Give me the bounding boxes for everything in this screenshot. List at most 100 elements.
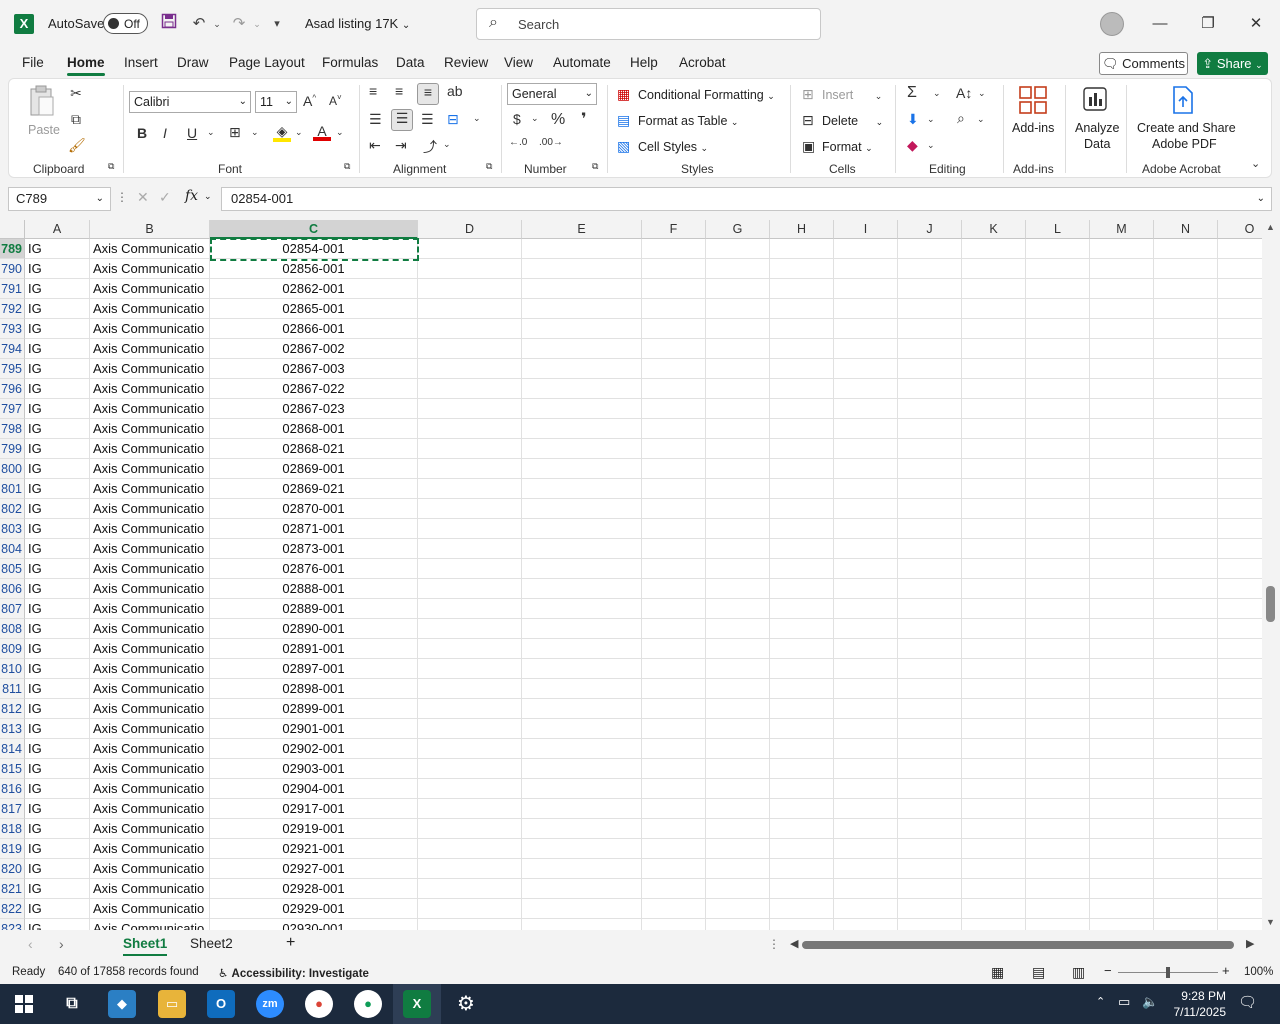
borders-icon[interactable]: ⊞ bbox=[229, 124, 241, 141]
empty-cell[interactable] bbox=[770, 679, 834, 699]
zoom-app-icon[interactable]: zm bbox=[256, 990, 284, 1018]
empty-cell[interactable] bbox=[418, 899, 522, 919]
empty-cell[interactable] bbox=[418, 619, 522, 639]
empty-cell[interactable] bbox=[642, 679, 706, 699]
empty-cell[interactable] bbox=[706, 699, 770, 719]
row-header[interactable]: 810 bbox=[0, 659, 25, 679]
empty-cell[interactable] bbox=[1218, 759, 1262, 779]
empty-cell[interactable] bbox=[898, 419, 962, 439]
empty-cell[interactable] bbox=[1154, 319, 1218, 339]
zoom-slider-thumb[interactable] bbox=[1166, 967, 1170, 978]
empty-cell[interactable] bbox=[1154, 639, 1218, 659]
empty-cell[interactable] bbox=[1154, 299, 1218, 319]
empty-cell[interactable] bbox=[770, 899, 834, 919]
empty-cell[interactable] bbox=[522, 279, 642, 299]
empty-cell[interactable] bbox=[898, 399, 962, 419]
sort-filter-icon[interactable]: A↕ bbox=[956, 85, 972, 101]
empty-cell[interactable] bbox=[418, 579, 522, 599]
zoom-out-icon[interactable]: − bbox=[1104, 963, 1112, 978]
tab-view[interactable]: View bbox=[504, 55, 533, 70]
cell-b[interactable]: Axis Communicatio bbox=[90, 919, 210, 930]
empty-cell[interactable] bbox=[834, 259, 898, 279]
column-header-b[interactable]: B bbox=[90, 220, 210, 239]
empty-cell[interactable] bbox=[1026, 759, 1090, 779]
empty-cell[interactable] bbox=[834, 579, 898, 599]
empty-cell[interactable] bbox=[1090, 259, 1154, 279]
underline-icon[interactable]: U bbox=[187, 125, 197, 141]
empty-cell[interactable] bbox=[962, 519, 1026, 539]
empty-cell[interactable] bbox=[642, 579, 706, 599]
column-header-n[interactable]: N bbox=[1154, 220, 1218, 239]
empty-cell[interactable] bbox=[418, 259, 522, 279]
number-format-combo[interactable]: General ⌄ bbox=[507, 83, 597, 105]
sheet-tab-sheet2[interactable]: Sheet2 bbox=[190, 936, 233, 951]
comments-button[interactable]: 🗨 Comments bbox=[1099, 52, 1188, 75]
cell-a[interactable]: IG bbox=[25, 679, 90, 699]
cell-c[interactable]: 02862-001 bbox=[210, 279, 418, 299]
percent-icon[interactable]: % bbox=[551, 111, 565, 129]
font-size-combo[interactable]: 11 ⌄ bbox=[255, 91, 297, 113]
empty-cell[interactable] bbox=[1218, 679, 1262, 699]
cell-c[interactable]: 02867-023 bbox=[210, 399, 418, 419]
sort-filter-dropdown-icon[interactable]: ⌄ bbox=[978, 88, 986, 99]
align-center-icon[interactable]: ☰ bbox=[391, 109, 413, 131]
empty-cell[interactable] bbox=[1154, 459, 1218, 479]
empty-cell[interactable] bbox=[642, 739, 706, 759]
empty-cell[interactable] bbox=[1090, 319, 1154, 339]
restore-icon[interactable]: ❐ bbox=[1196, 12, 1220, 36]
cell-b[interactable]: Axis Communicatio bbox=[90, 899, 210, 919]
empty-cell[interactable] bbox=[1026, 679, 1090, 699]
tab-file[interactable]: File bbox=[22, 55, 44, 70]
empty-cell[interactable] bbox=[1218, 819, 1262, 839]
empty-cell[interactable] bbox=[1154, 819, 1218, 839]
format-as-table-button[interactable]: Format as Table ⌄ bbox=[638, 114, 738, 128]
tab-home[interactable]: Home bbox=[67, 55, 105, 76]
cell-a[interactable]: IG bbox=[25, 759, 90, 779]
customize-toolbar-icon[interactable]: ▾ bbox=[266, 13, 288, 35]
empty-cell[interactable] bbox=[770, 839, 834, 859]
empty-cell[interactable] bbox=[1154, 279, 1218, 299]
cell-c[interactable]: 02866-001 bbox=[210, 319, 418, 339]
empty-cell[interactable] bbox=[962, 559, 1026, 579]
close-icon[interactable]: ✕ bbox=[1244, 12, 1268, 36]
empty-cell[interactable] bbox=[770, 399, 834, 419]
empty-cell[interactable] bbox=[642, 599, 706, 619]
row-header[interactable]: 801 bbox=[0, 479, 25, 499]
empty-cell[interactable] bbox=[1218, 599, 1262, 619]
delete-cells-button[interactable]: Delete ⌄ bbox=[822, 114, 883, 128]
empty-cell[interactable] bbox=[962, 799, 1026, 819]
column-header-f[interactable]: F bbox=[642, 220, 706, 239]
empty-cell[interactable] bbox=[1218, 439, 1262, 459]
row-header[interactable]: 809 bbox=[0, 639, 25, 659]
empty-cell[interactable] bbox=[1218, 919, 1262, 930]
row-header[interactable]: 795 bbox=[0, 359, 25, 379]
empty-cell[interactable] bbox=[642, 259, 706, 279]
empty-cell[interactable] bbox=[522, 419, 642, 439]
cell-b[interactable]: Axis Communicatio bbox=[90, 419, 210, 439]
empty-cell[interactable] bbox=[1154, 699, 1218, 719]
cell-c[interactable]: 02876-001 bbox=[210, 559, 418, 579]
empty-cell[interactable] bbox=[1026, 279, 1090, 299]
empty-cell[interactable] bbox=[522, 359, 642, 379]
empty-cell[interactable] bbox=[418, 639, 522, 659]
cell-a[interactable]: IG bbox=[25, 699, 90, 719]
insert-cells-icon[interactable]: ⊞ bbox=[802, 86, 814, 103]
add-ins-icon[interactable] bbox=[1017, 85, 1049, 117]
row-header[interactable]: 792 bbox=[0, 299, 25, 319]
cell-a[interactable]: IG bbox=[25, 259, 90, 279]
empty-cell[interactable] bbox=[642, 819, 706, 839]
empty-cell[interactable] bbox=[706, 639, 770, 659]
cell-c[interactable]: 02889-001 bbox=[210, 599, 418, 619]
empty-cell[interactable] bbox=[962, 359, 1026, 379]
cell-a[interactable]: IG bbox=[25, 239, 90, 259]
currency-icon[interactable]: $ bbox=[513, 111, 521, 127]
empty-cell[interactable] bbox=[1154, 679, 1218, 699]
empty-cell[interactable] bbox=[418, 399, 522, 419]
empty-cell[interactable] bbox=[706, 319, 770, 339]
empty-cell[interactable] bbox=[898, 579, 962, 599]
empty-cell[interactable] bbox=[418, 779, 522, 799]
empty-cell[interactable] bbox=[1090, 779, 1154, 799]
empty-cell[interactable] bbox=[1090, 359, 1154, 379]
empty-cell[interactable] bbox=[834, 559, 898, 579]
empty-cell[interactable] bbox=[1090, 679, 1154, 699]
